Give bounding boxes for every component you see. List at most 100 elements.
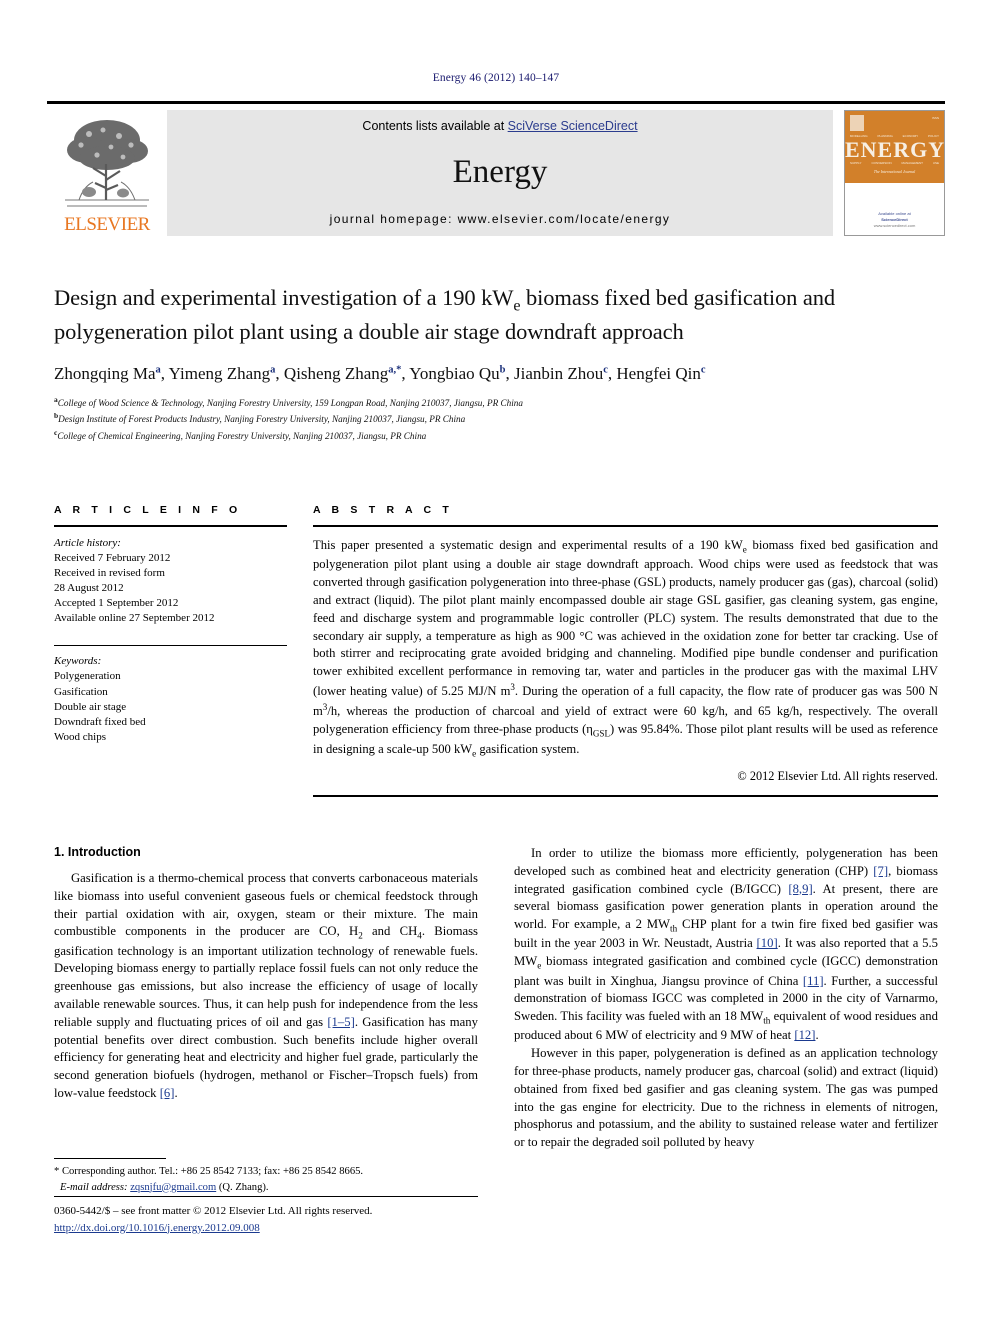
citation-link-6[interactable]: [6] (160, 1086, 175, 1100)
journal-masthead: ELSEVIER Contents lists available at Sci… (47, 101, 945, 236)
journal-title: Energy (452, 153, 548, 190)
section-heading-introduction: 1. Introduction (54, 845, 141, 859)
body-column-left: 1. Introduction Gasification is a thermo… (54, 845, 478, 1152)
keywords-label: Keywords: (54, 655, 102, 668)
footnote-contact: Corresponding author. Tel.: +86 25 8542 … (59, 1166, 364, 1178)
author-name: Yongbiao Qu (409, 363, 500, 383)
affiliation-item: aCollege of Wood Science & Technology, N… (54, 394, 934, 410)
doi-link[interactable]: http://dx.doi.org/10.1016/j.energy.2012.… (54, 1222, 260, 1234)
cover-elsevier-mark-icon (850, 114, 864, 131)
citation-link-12[interactable]: [12] (794, 1028, 815, 1042)
intro-left-c: . Biomass gasification technology is an … (54, 924, 478, 1029)
elsevier-logo: ELSEVIER (47, 110, 167, 236)
contents-line: Contents lists available at SciVerse Sci… (362, 119, 637, 133)
body-column-right: In order to utilize the biomass more eff… (514, 845, 938, 1152)
cover-sciencedirect-url: www.sciencedirect.com (873, 222, 916, 228)
intro-left-b: and CH (362, 924, 418, 939)
title-line-1b: biomass fixed bed (520, 285, 688, 310)
info-abstract-section: A R T I C L E I N F O Article history: R… (54, 504, 938, 797)
abstract-heading: A B S T R A C T (313, 504, 453, 516)
author-affil-mark: a (155, 364, 161, 376)
sciverse-sciencedirect-link[interactable]: SciVerse ScienceDirect (508, 119, 638, 133)
title-line-3: downdraft approach (504, 318, 684, 344)
article-info-rule (54, 525, 287, 527)
masthead-center: Contents lists available at SciVerse Sci… (167, 109, 833, 236)
footnote-rule (54, 1158, 166, 1160)
abstract-bottom-rule (313, 795, 938, 797)
paper-page: Energy 46 (2012) 140–147 ELSEVIER Conten… (0, 0, 992, 1323)
affiliation-list: aCollege of Wood Science & Technology, N… (54, 394, 934, 443)
cover-available-online: Available online at (878, 210, 911, 216)
author-affil-mark: c (603, 364, 608, 376)
abstract-text: This paper presented a systematic design… (313, 537, 938, 760)
author-affil-mark: c (700, 364, 706, 376)
affiliation-item: cCollege of Chemical Engineering, Nanjin… (54, 427, 934, 443)
title-line-1: Design and experimental investigation of… (54, 285, 514, 310)
keyword-list: Keywords: Polygeneration Gasification Do… (54, 654, 287, 745)
cover-sciencedirect-name: ScienceDirect (881, 216, 908, 222)
author[interactable]: Qisheng Zhanga,* (284, 364, 401, 383)
author-list: Zhongqing Maa, Yimeng Zhanga, Qisheng Zh… (54, 363, 706, 383)
author-affil-mark: a (270, 364, 276, 376)
cover-subtitle: The International Journal (873, 168, 916, 174)
footer-rule (54, 1196, 478, 1198)
abstract-rule (313, 525, 938, 527)
affiliation-text: College of Chemical Engineering, Nanjing… (57, 430, 427, 441)
history-item: Received 7 February 2012 (54, 551, 171, 564)
article-history-label: Article history: (54, 536, 121, 549)
elsevier-tree-icon (59, 113, 155, 214)
citation-link-1-5[interactable]: [1–5] (327, 1015, 354, 1029)
history-item: Available online 27 September 2012 (54, 612, 215, 625)
contents-prefix: Contents lists available at (362, 118, 508, 133)
issn-line: 0360-5442/$ – see front matter © 2012 El… (54, 1205, 373, 1217)
keywords-rule (54, 644, 287, 647)
article-history: Article history: Received 7 February 201… (54, 536, 287, 627)
citation-link-11[interactable]: [11] (803, 974, 824, 988)
footnote-line-2: E-mail address: zqsnjfu@gmail.com (Q. Zh… (54, 1180, 478, 1195)
author[interactable]: Yongbiao Qub (409, 364, 505, 383)
cover-issue-code: ISSN (931, 115, 939, 120)
author-name: Hengfei Qin (616, 363, 701, 383)
title-block: Design and experimental investigation of… (54, 283, 934, 443)
article-info-column: A R T I C L E I N F O Article history: R… (54, 504, 287, 797)
paragraph-intro-right-1: In order to utilize the biomass more eff… (514, 845, 938, 1045)
author-name: Jianbin Zhou (513, 363, 604, 383)
author-name: Qisheng Zhang (283, 363, 389, 383)
cover-sciencedirect-block: Available online at ScienceDirect www.sc… (845, 211, 944, 229)
keyword-item: Polygeneration (54, 670, 121, 683)
author[interactable]: Yimeng Zhanga (169, 364, 276, 383)
page-title: Design and experimental investigation of… (54, 283, 934, 346)
running-head: Energy 46 (2012) 140–147 (432, 72, 560, 84)
elsevier-wordmark: ELSEVIER (64, 213, 150, 235)
citation-link-10[interactable]: [10] (757, 936, 778, 950)
footnote-line-1: * Corresponding author. Tel.: +86 25 854… (54, 1164, 478, 1179)
keyword-item: Gasification (54, 685, 108, 698)
author[interactable]: Jianbin Zhouc (514, 364, 608, 383)
keyword-item: Wood chips (54, 731, 106, 744)
abstract-column: A B S T R A C T This paper presented a s… (313, 504, 938, 797)
author[interactable]: Hengfei Qinc (616, 364, 705, 383)
history-item: 28 August 2012 (54, 582, 124, 595)
intro-left-e: . (174, 1085, 178, 1100)
email-link[interactable]: zqsnjfu@gmail.com (130, 1182, 216, 1193)
article-info-heading: A R T I C L E I N F O (54, 504, 242, 516)
email-suffix: (Q. Zhang). (216, 1181, 269, 1193)
cover-topic-row-bottom: SUPPLY CONVERSION MANAGEMENT USE (849, 160, 940, 165)
abstract-copyright: © 2012 Elsevier Ltd. All rights reserved… (737, 769, 938, 784)
footnote-text: * Corresponding author. Tel.: +86 25 854… (54, 1164, 478, 1195)
citation-link-7[interactable]: [7] (873, 864, 888, 878)
abstract-sub-gsl: GSL (592, 728, 611, 739)
author-affil-mark: b (499, 364, 506, 376)
journal-cover-thumbnail: ISSN MODELLING PLANNING ECONOMY POLICY ENER… (833, 109, 945, 236)
history-item: Accepted 1 September 2012 (54, 597, 179, 610)
author-name: Zhongqing Ma (54, 363, 156, 383)
affiliation-item: bDesign Institute of Forest Products Ind… (54, 410, 934, 426)
masthead-top-rule (47, 101, 945, 104)
footer-block: 0360-5442/$ – see front matter © 2012 El… (54, 1203, 554, 1236)
abstract-part-b: biomass fixed bed gasification and polyg… (313, 537, 938, 699)
abstract-part-f: gasification system. (476, 741, 580, 756)
journal-homepage-link[interactable]: journal homepage: www.elsevier.com/locat… (330, 212, 671, 226)
author[interactable]: Zhongqing Maa (54, 364, 161, 383)
history-item: Received in revised form (54, 566, 165, 579)
citation-link-8-9[interactable]: [8,9] (788, 882, 812, 896)
